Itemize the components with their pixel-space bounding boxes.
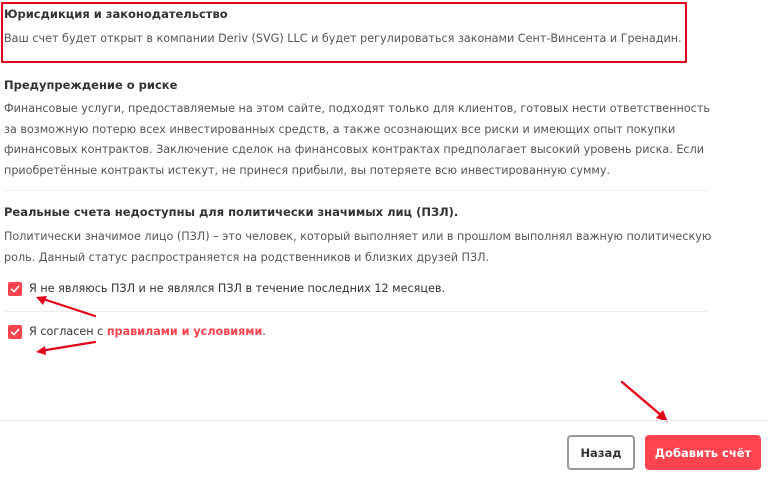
add-account-form: Юрисдикция и законодательство Ваш счет б… [0,0,768,479]
risk-warning-section: Предупреждение о риске Финансовые услуги… [4,77,712,181]
pep-section: Реальные счета недоступны для политическ… [4,204,712,268]
pep-title: Реальные счета недоступны для политическ… [4,205,459,219]
checkmark-icon [10,328,20,336]
pep-text: Политически значимое лицо (ПЗЛ) – это че… [4,230,712,264]
jurisdiction-text: Ваш счет будет открыт в компании Deriv (… [4,32,682,45]
checkmark-icon [10,285,20,293]
section-divider [4,190,708,191]
jurisdiction-section: Юрисдикция и законодательство Ваш счет б… [4,4,712,50]
arrow-annotation [36,296,97,318]
terms-label-prefix: Я согласен с [29,325,107,338]
terms-checkbox[interactable] [8,325,22,339]
arrow-annotation [36,340,97,355]
footer-divider [0,420,768,421]
jurisdiction-title: Юрисдикция и законодательство [4,7,228,21]
arrow-annotation [620,380,668,422]
risk-warning-title: Предупреждение о риске [4,78,178,92]
terms-label-suffix: . [262,325,266,338]
checkbox-divider [4,311,708,312]
terms-and-conditions-link[interactable]: правилами и условиями [107,325,262,338]
back-button[interactable]: Назад [567,435,635,470]
add-account-button[interactable]: Добавить счёт [645,435,761,470]
risk-warning-text: Финансовые услуги, предоставляемые на эт… [4,102,710,177]
not-pep-checkbox[interactable] [8,282,22,296]
